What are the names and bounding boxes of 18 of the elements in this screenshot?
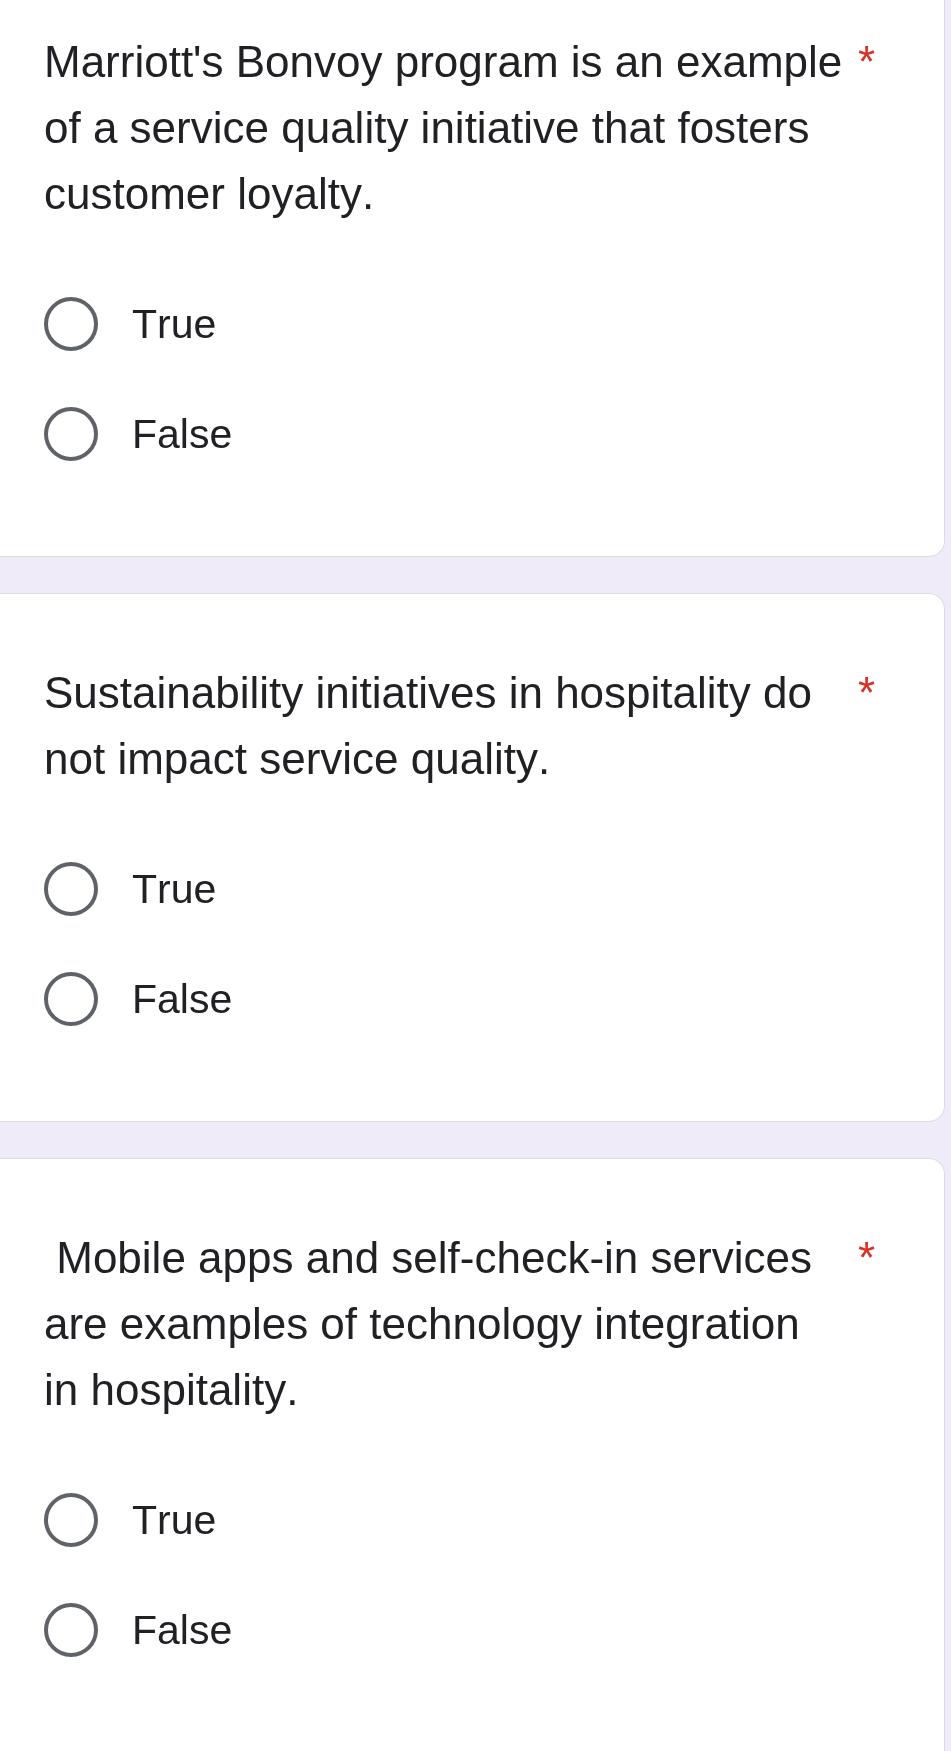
required-asterisk: *	[858, 1232, 876, 1284]
radio-icon[interactable]	[44, 407, 98, 461]
radio-icon[interactable]	[44, 1493, 98, 1547]
question-text: Sustainability initiatives in hospitality do not impact service quality.	[44, 667, 813, 785]
required-asterisk: *	[858, 667, 876, 719]
radio-option[interactable]: False	[44, 1603, 233, 1657]
radio-icon[interactable]	[44, 972, 98, 1026]
radio-option[interactable]: True	[44, 862, 217, 916]
question-text: Marriott's Bonvoy program is an example of a service quality initiative that fosters customer loyalty.	[44, 36, 844, 220]
radio-icon[interactable]	[44, 297, 98, 351]
radio-option[interactable]: False	[44, 407, 233, 461]
question-text: Mobile apps and self-check-in services are examples of technology integration in hospitality.	[44, 1232, 813, 1416]
radio-option[interactable]: False	[44, 972, 233, 1026]
radio-icon[interactable]	[44, 862, 98, 916]
radio-option[interactable]: True	[44, 297, 217, 351]
radio-option[interactable]: True	[44, 1493, 217, 1547]
radio-icon[interactable]	[44, 1603, 98, 1657]
required-asterisk: *	[858, 36, 876, 88]
